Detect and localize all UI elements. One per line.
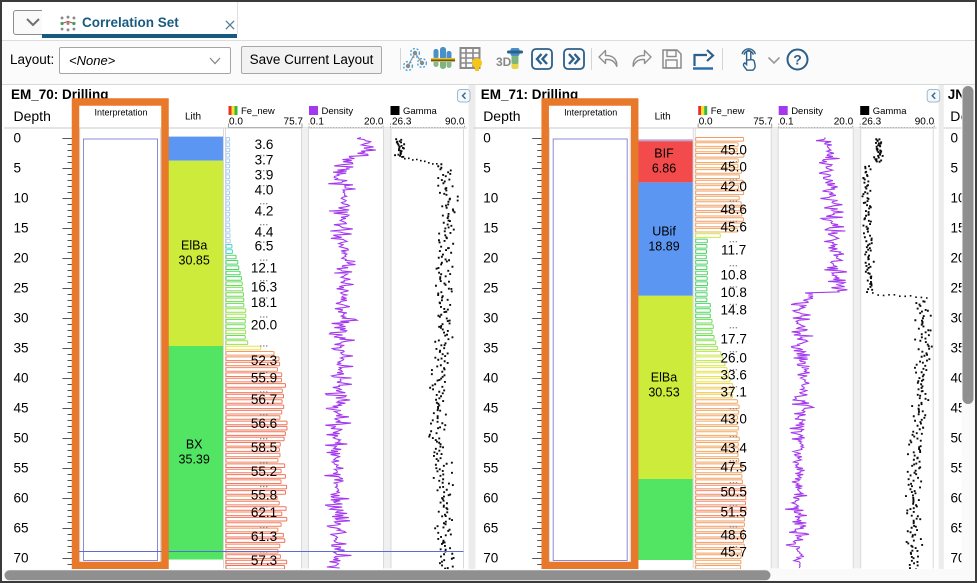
svg-text:60: 60 [483,491,498,506]
svg-text:10: 10 [14,191,29,206]
svg-text:20: 20 [483,251,498,266]
svg-text:15: 15 [14,221,29,236]
svg-text:75.7: 75.7 [753,117,773,128]
svg-text:Interpretation: Interpretation [564,108,617,118]
svg-text:50: 50 [483,431,498,446]
svg-text:61.3: 61.3 [251,529,277,544]
svg-text:BIF: BIF [654,147,674,161]
svg-text:20.0: 20.0 [834,117,854,128]
svg-text:0.0: 0.0 [699,117,713,128]
svg-text:57.3: 57.3 [251,553,277,568]
svg-text:12.1: 12.1 [251,261,277,276]
svg-text:25: 25 [483,281,498,296]
svg-text:30.53: 30.53 [648,386,679,400]
svg-text:Gamma: Gamma [873,106,908,117]
svg-text:Depth: Depth [14,108,51,124]
svg-text:Depth: Depth [483,108,520,124]
svg-text:30: 30 [483,311,498,326]
svg-text:40: 40 [483,371,498,386]
svg-text:20.0: 20.0 [251,318,277,333]
svg-text:6.86: 6.86 [652,162,676,176]
svg-text:10: 10 [483,191,498,206]
svg-text:47.5: 47.5 [721,460,747,475]
svg-text:48.6: 48.6 [721,528,747,543]
svg-text:BX: BX [186,438,203,452]
svg-text:60: 60 [14,491,29,506]
svg-text:11.7: 11.7 [721,243,746,258]
svg-text:0: 0 [14,131,22,146]
svg-text:17.7: 17.7 [721,332,747,347]
svg-text:45: 45 [14,401,29,416]
svg-text:58.5: 58.5 [251,440,277,455]
svg-text:0: 0 [951,131,959,146]
svg-text:90.0: 90.0 [445,117,465,128]
svg-text:4.0: 4.0 [255,183,274,198]
svg-text:52.3: 52.3 [251,353,277,368]
svg-text:26.3: 26.3 [392,117,412,128]
svg-text:45: 45 [483,401,498,416]
svg-text:43.0: 43.0 [721,412,747,427]
svg-text:56.6: 56.6 [251,416,277,431]
svg-text:4.2: 4.2 [255,204,274,219]
svg-text:Fe_new: Fe_new [241,106,275,117]
svg-text:20.0: 20.0 [364,117,384,128]
svg-text:10.8: 10.8 [721,268,747,283]
svg-text:3.9: 3.9 [255,168,274,183]
svg-text:50.5: 50.5 [721,485,747,500]
svg-text:55.8: 55.8 [251,488,277,503]
svg-text:65: 65 [14,521,29,536]
svg-text:51.5: 51.5 [721,505,747,520]
svg-text:4.4: 4.4 [255,225,274,240]
svg-text:0: 0 [483,131,491,146]
svg-text:Density: Density [791,106,823,117]
svg-text:25: 25 [14,281,29,296]
svg-text:0.0: 0.0 [229,117,243,128]
svg-text:Lith: Lith [655,112,671,123]
svg-text:6.5: 6.5 [255,239,274,254]
svg-text:55: 55 [14,461,29,476]
svg-text:0.1: 0.1 [310,117,324,128]
svg-text:35: 35 [483,341,498,356]
svg-text:43.4: 43.4 [721,441,748,456]
svg-text:ElBa: ElBa [181,239,207,253]
svg-text:18.89: 18.89 [648,240,679,254]
svg-text:5: 5 [483,161,491,176]
svg-text:42.0: 42.0 [721,179,747,194]
svg-text:40: 40 [14,371,29,386]
svg-text:UBif: UBif [652,225,676,239]
svg-text:70: 70 [14,551,29,566]
svg-text:15: 15 [483,221,498,236]
svg-text:35.39: 35.39 [179,453,210,467]
svg-text:Gamma: Gamma [403,106,438,117]
svg-text:26.3: 26.3 [862,117,882,128]
svg-text:48.6: 48.6 [721,202,747,217]
svg-text:45.0: 45.0 [721,143,747,158]
svg-text:65: 65 [483,521,498,536]
svg-text:Lith: Lith [185,112,201,123]
svg-text:Fe_new: Fe_new [711,106,745,117]
svg-text:ElBa: ElBa [651,371,677,385]
svg-text:0.1: 0.1 [780,117,794,128]
svg-text:70: 70 [483,551,498,566]
svg-text:Interpretation: Interpretation [94,108,147,118]
svg-text:20: 20 [14,251,29,266]
svg-text:56.7: 56.7 [251,392,277,407]
svg-text:5: 5 [14,161,22,176]
svg-text:75.7: 75.7 [284,117,304,128]
svg-text:26.0: 26.0 [721,351,747,366]
svg-text:35: 35 [14,341,29,356]
svg-text:3.6: 3.6 [255,137,274,152]
svg-text:55: 55 [483,461,498,476]
svg-text:55.2: 55.2 [251,464,277,479]
svg-text:30: 30 [14,311,29,326]
svg-text:Density: Density [322,106,354,117]
svg-text:30.85: 30.85 [179,254,210,268]
svg-text:5: 5 [951,161,959,176]
svg-text:50: 50 [14,431,29,446]
svg-text:90.0: 90.0 [915,117,935,128]
svg-text:16.3: 16.3 [251,280,277,295]
